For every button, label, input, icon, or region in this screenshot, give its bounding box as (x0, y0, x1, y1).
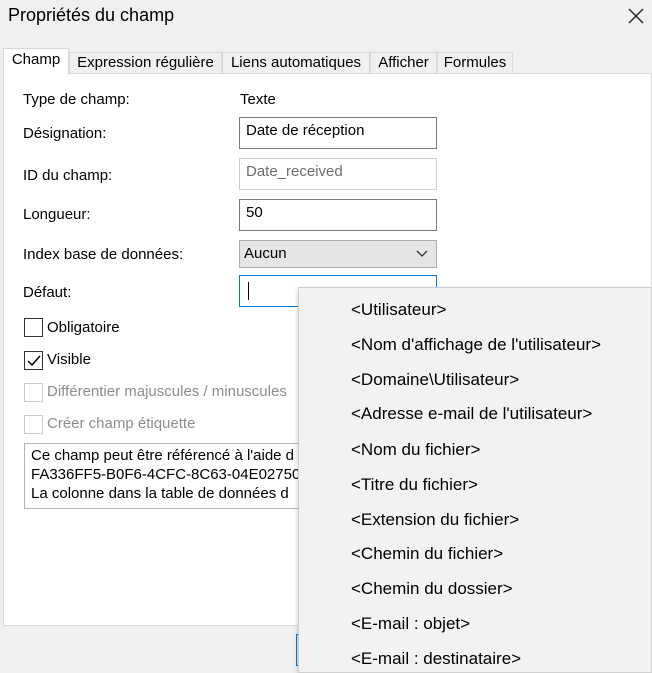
tab-regular-expression[interactable]: Expression régulière (69, 52, 222, 74)
tab-auto-links[interactable]: Liens automatiques (222, 52, 370, 74)
text-caret (248, 282, 249, 300)
field-id-label: ID du champ: (23, 167, 113, 184)
field-type-value: Texte (240, 91, 276, 108)
create-label-field-checkbox (24, 415, 43, 434)
default-value-dropdown: <Utilisateur> <Nom d'affichage de l'util… (298, 287, 652, 673)
create-label-field-label: Créer champ étiquette (47, 415, 196, 432)
tab-display[interactable]: Afficher (370, 52, 437, 74)
length-label: Longueur: (23, 206, 91, 223)
required-label[interactable]: Obligatoire (47, 319, 120, 336)
checkmark-icon (27, 355, 41, 367)
db-index-value: Aucun (244, 245, 287, 262)
close-button[interactable] (620, 0, 652, 32)
tab-label: Liens automatiques (230, 54, 362, 71)
dropdown-item-file-path[interactable]: <Chemin du fichier> (351, 544, 503, 564)
dropdown-item-user-email[interactable]: <Adresse e-mail de l'utilisateur> (351, 404, 592, 424)
tab-formulas[interactable]: Formules (437, 52, 513, 74)
case-sensitive-label: Différentier majuscules / minuscules (47, 383, 287, 400)
dropdown-item-domain-user[interactable]: <Domaine\Utilisateur> (351, 370, 519, 390)
case-sensitive-checkbox (24, 383, 43, 402)
tab-label: Afficher (378, 54, 429, 71)
dropdown-item-file-name[interactable]: <Nom du fichier> (351, 440, 480, 460)
visible-checkbox[interactable] (24, 351, 43, 370)
field-type-label: Type de champ: (23, 91, 130, 108)
window-title: Propriétés du champ (8, 5, 175, 25)
dropdown-item-file-extension[interactable]: <Extension du fichier> (351, 510, 519, 530)
tab-label: Expression régulière (77, 54, 214, 71)
db-index-select[interactable]: Aucun (239, 240, 437, 268)
designation-label: Désignation: (23, 125, 107, 142)
dropdown-item-folder-path[interactable]: <Chemin du dossier> (351, 579, 513, 599)
dropdown-item-email-recipient[interactable]: <E-mail : destinataire> (351, 649, 521, 669)
tab-champ[interactable]: Champ (3, 48, 69, 75)
tab-label: Formules (443, 54, 507, 71)
dropdown-item-email-subject[interactable]: <E-mail : objet> (351, 614, 470, 634)
close-icon (628, 8, 644, 24)
dropdown-item-user-display-name[interactable]: <Nom d'affichage de l'utilisateur> (351, 335, 601, 355)
chevron-down-icon (416, 250, 428, 257)
dropdown-item-user[interactable]: <Utilisateur> (351, 300, 446, 320)
default-label: Défaut: (23, 284, 72, 301)
length-input[interactable]: 50 (239, 199, 437, 231)
db-index-label: Index base de données: (23, 246, 184, 263)
tab-label: Champ (11, 51, 61, 68)
dropdown-item-file-title[interactable]: <Titre du fichier> (351, 475, 478, 495)
designation-input[interactable]: Date de réception (239, 117, 437, 149)
field-id-input: Date_received (239, 158, 437, 190)
required-checkbox[interactable] (24, 318, 43, 337)
visible-label[interactable]: Visible (47, 351, 91, 368)
